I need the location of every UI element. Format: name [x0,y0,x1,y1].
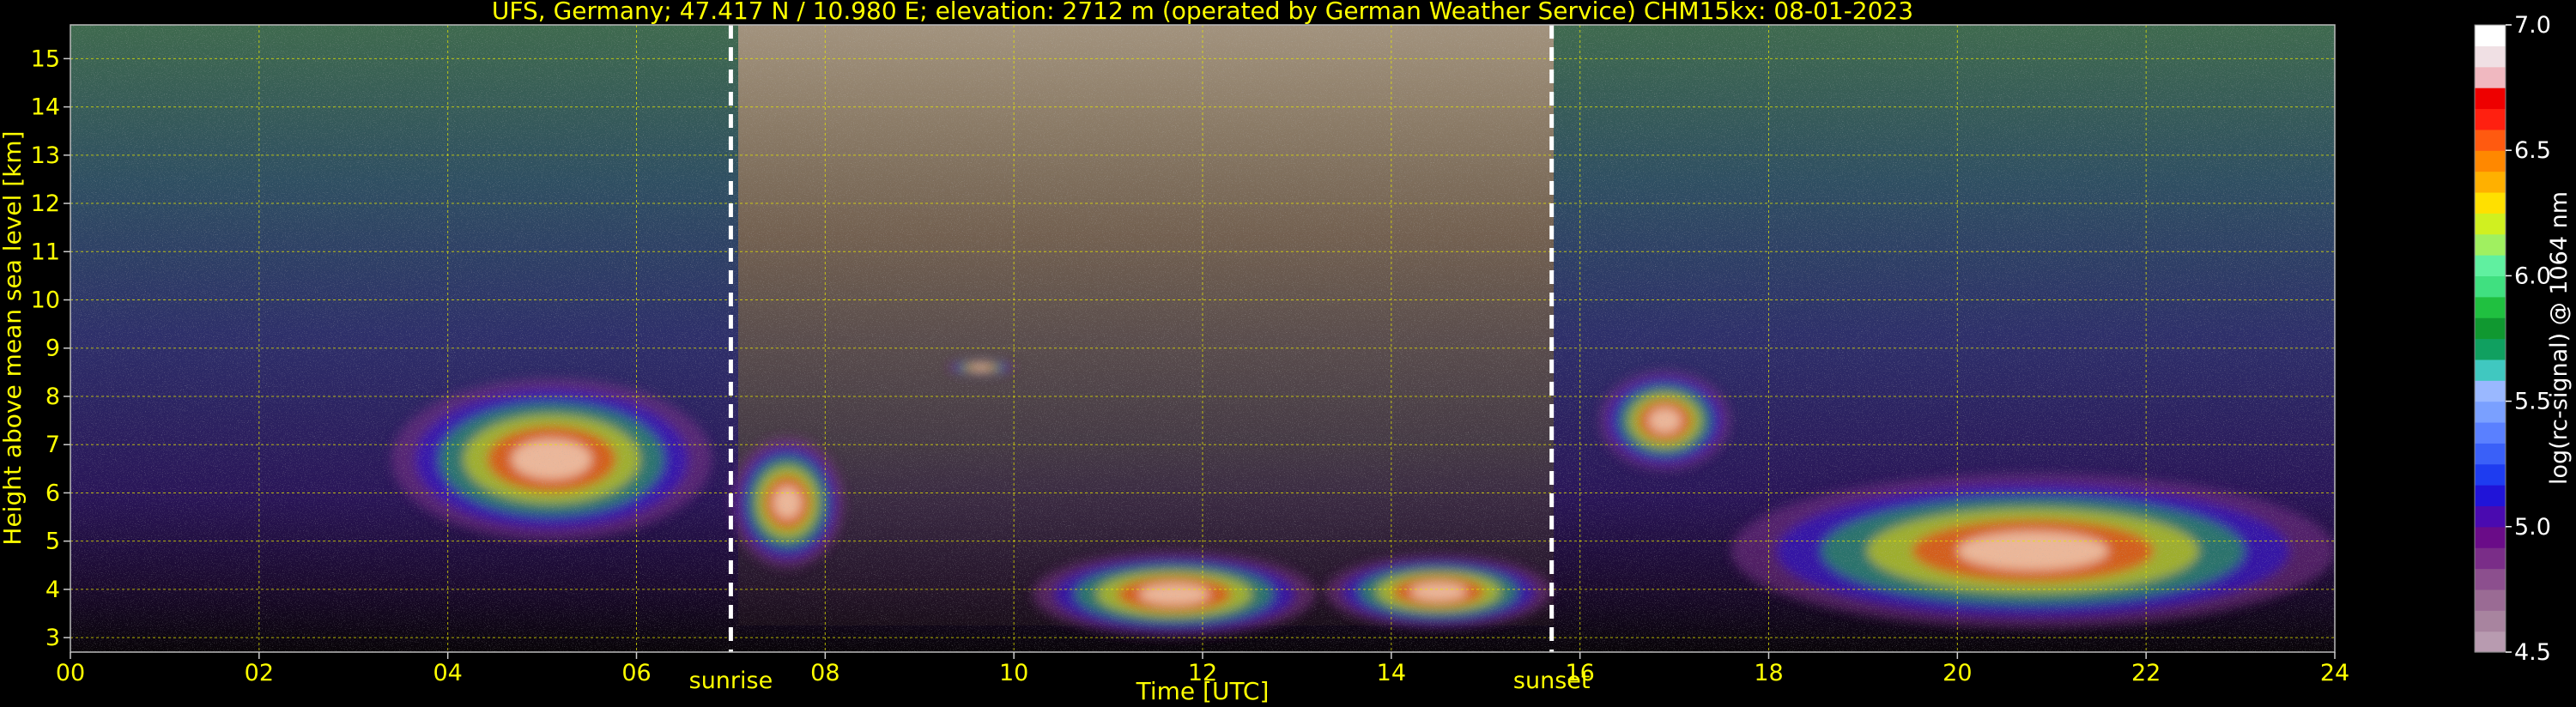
y-tick-label: 4 [45,577,60,603]
colorbar-swatch [2475,359,2506,381]
x-tick-label: 22 [2131,660,2161,686]
x-tick-label: 02 [245,660,274,686]
colorbar-swatch [2475,589,2506,611]
colorbar-ticks: 4.55.05.56.06.57.0 [2506,12,2551,666]
colorbar-swatch [2475,255,2506,276]
x-axis-label: Time [UTC] [1136,677,1270,705]
colorbar-swatch [2475,485,2506,507]
y-tick-label: 15 [31,45,60,72]
colorbar-swatch [2475,526,2506,548]
colorbar-swatch [2475,380,2506,402]
colorbar-swatch [2475,463,2506,486]
colorbar-tick-label: 6.5 [2514,137,2551,164]
colorbar-swatch [2475,233,2506,256]
x-tick-label: 04 [433,660,462,686]
y-tick-label: 12 [31,190,60,217]
colorbar-swatch [2475,443,2506,465]
colorbar-swatches [2475,25,2506,653]
x-tick-label: 18 [1754,660,1783,686]
colorbar-swatch [2475,45,2506,68]
x-tick-label: 10 [999,660,1028,686]
colorbar-swatch [2475,505,2506,528]
y-tick-label: 5 [45,529,60,555]
colorbar-swatch [2475,108,2506,130]
sun-marker-label: sunrise [689,668,773,694]
x-tick-label: 00 [56,660,85,686]
colorbar-swatch [2475,296,2506,318]
colorbar-tick-label: 7.0 [2514,12,2551,39]
colorbar-swatch [2475,568,2506,590]
colorbar-swatch [2475,421,2506,444]
chart-title: UFS, Germany; 47.417 N / 10.980 E; eleva… [492,0,1913,25]
colorbar-swatch [2475,191,2506,214]
y-tick-label: 3 [45,625,60,651]
colorbar-swatch [2475,401,2506,423]
colorbar-swatch [2475,150,2506,172]
y-tick-label: 7 [45,432,60,458]
x-tick-label: 08 [810,660,839,686]
colorbar-swatch [2475,338,2506,360]
colorbar-label: log(rc-signal) @ 1064 nm [2546,191,2573,485]
y-tick-label: 8 [45,384,60,410]
y-tick-label: 11 [31,239,60,265]
colorbar-swatch [2475,171,2506,193]
x-tick-label: 20 [1943,660,1972,686]
sun-marker-label: sunset [1513,668,1591,694]
y-tick-label: 9 [45,335,60,362]
colorbar: 4.55.05.56.06.57.0 log(rc-signal) @ 1064… [2474,12,2573,666]
ceilometer-figure: UFS, Germany; 47.417 N / 10.980 E; eleva… [0,0,2573,705]
y-axis-ticks: 3 4 5 6 7 8 9 10 11 12 13 14 15 [31,45,70,651]
colorbar-swatch [2475,88,2506,110]
x-tick-label: 14 [1377,660,1406,686]
colorbar-swatch [2475,25,2506,46]
y-tick-label: 14 [31,94,60,121]
plot-area [70,24,2336,653]
colorbar-swatch [2475,610,2506,632]
y-tick-label: 6 [45,480,60,506]
colorbar-swatch [2475,317,2506,340]
y-tick-label: 10 [31,287,60,314]
colorbar-swatch [2475,275,2506,298]
y-tick-label: 13 [31,142,60,169]
x-tick-label: 24 [2320,660,2349,686]
colorbar-swatch [2475,213,2506,235]
colorbar-swatch [2475,547,2506,570]
colorbar-tick-label: 5.0 [2514,514,2551,541]
colorbar-swatch [2475,129,2506,151]
colorbar-swatch [2475,66,2506,88]
y-axis-label: Height above mean sea level [km] [0,130,27,545]
colorbar-swatch [2475,631,2506,653]
colorbar-tick-label: 4.5 [2514,639,2551,666]
x-tick-label: 06 [621,660,651,686]
